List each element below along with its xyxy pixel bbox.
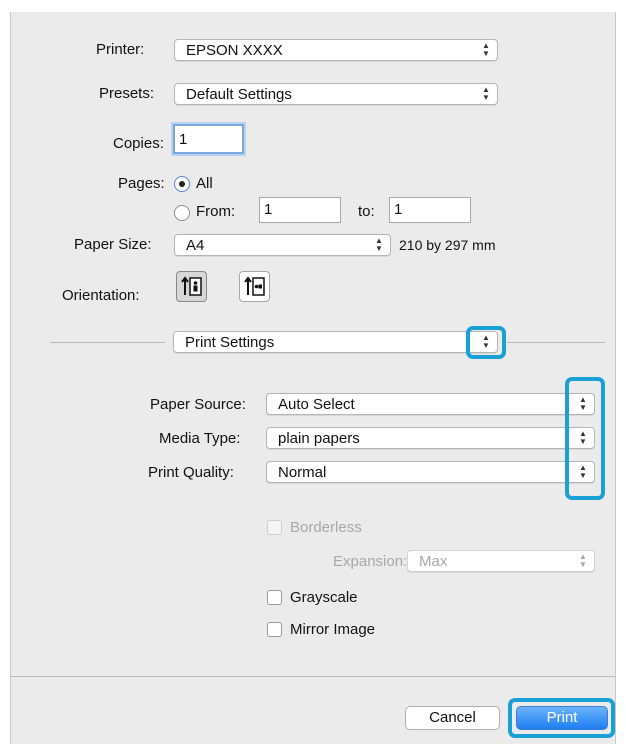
mirror-image-checkbox[interactable] xyxy=(267,622,282,637)
expansion-label: Expansion: xyxy=(333,553,408,570)
pages-to-field[interactable]: 1 xyxy=(389,197,471,223)
orientation-label: Orientation: xyxy=(62,287,140,304)
print-quality-value: Normal xyxy=(278,464,327,481)
pages-from-label: From: xyxy=(196,203,236,220)
portrait-orientation-icon xyxy=(181,276,202,296)
borderless-checkbox[interactable] xyxy=(267,520,282,535)
grayscale-checkbox[interactable] xyxy=(267,590,282,605)
presets-label: Presets: xyxy=(99,85,155,102)
paper-size-value: A4 xyxy=(186,237,205,254)
presets-popup[interactable]: Default Settings ▲ ▼ xyxy=(174,83,498,105)
pages-to-value: 1 xyxy=(394,201,403,218)
expansion-popup[interactable]: Max ▲ ▼ xyxy=(407,550,595,572)
print-button-highlight xyxy=(508,698,615,738)
orientation-portrait-button[interactable] xyxy=(176,271,207,302)
media-type-popup[interactable]: plain papers ▲ ▼ xyxy=(266,427,595,449)
paper-size-popup[interactable]: A4 ▲ ▼ xyxy=(174,234,391,256)
presets-value: Default Settings xyxy=(186,86,292,103)
paper-source-value: Auto Select xyxy=(278,396,355,413)
copies-field[interactable]: 1 xyxy=(173,124,244,154)
section-separator-left xyxy=(50,342,165,343)
paper-source-label: Paper Source: xyxy=(150,396,246,413)
print-quality-label: Print Quality: xyxy=(148,464,234,481)
print-settings-arrows-highlight xyxy=(466,326,506,359)
grayscale-label: Grayscale xyxy=(290,589,358,606)
popup-arrows-icon: ▲ ▼ xyxy=(482,85,490,102)
pages-to-label: to: xyxy=(358,203,375,220)
popup-arrows-icon: ▲ ▼ xyxy=(482,41,490,58)
printer-value: EPSON XXXX xyxy=(186,42,283,59)
print-settings-popup[interactable]: Print Settings ▲ ▼ xyxy=(173,331,498,353)
pages-label: Pages: xyxy=(118,175,165,192)
popup-arrows-icon: ▲ ▼ xyxy=(579,552,587,569)
copies-value: 1 xyxy=(179,131,188,148)
landscape-orientation-icon xyxy=(244,276,265,296)
paper-source-popup[interactable]: Auto Select ▲ ▼ xyxy=(266,393,595,415)
copies-label: Copies: xyxy=(113,135,164,152)
popup-arrows-icon: ▲ ▼ xyxy=(375,236,383,253)
expansion-value: Max xyxy=(419,553,448,570)
print-settings-value: Print Settings xyxy=(185,334,275,351)
pages-from-field[interactable]: 1 xyxy=(259,197,341,223)
paper-size-label: Paper Size: xyxy=(74,236,152,253)
printer-label: Printer: xyxy=(96,41,145,58)
media-type-value: plain papers xyxy=(278,430,360,447)
print-quality-popup[interactable]: Normal ▲ ▼ xyxy=(266,461,595,483)
popup-arrows-highlight xyxy=(565,377,605,500)
borderless-label: Borderless xyxy=(290,519,362,536)
cancel-button[interactable]: Cancel xyxy=(405,706,500,730)
orientation-landscape-button[interactable] xyxy=(239,271,270,302)
pages-all-radio[interactable] xyxy=(174,176,190,192)
pages-all-label: All xyxy=(196,175,213,192)
pages-from-value: 1 xyxy=(264,201,273,218)
footer-separator xyxy=(11,676,615,677)
mirror-image-label: Mirror Image xyxy=(290,621,376,638)
media-type-label: Media Type: xyxy=(159,430,241,447)
pages-from-radio[interactable] xyxy=(174,205,190,221)
printer-popup[interactable]: EPSON XXXX ▲ ▼ xyxy=(174,39,498,61)
section-separator-right xyxy=(507,342,605,343)
paper-size-dimensions: 210 by 297 mm xyxy=(399,237,496,253)
